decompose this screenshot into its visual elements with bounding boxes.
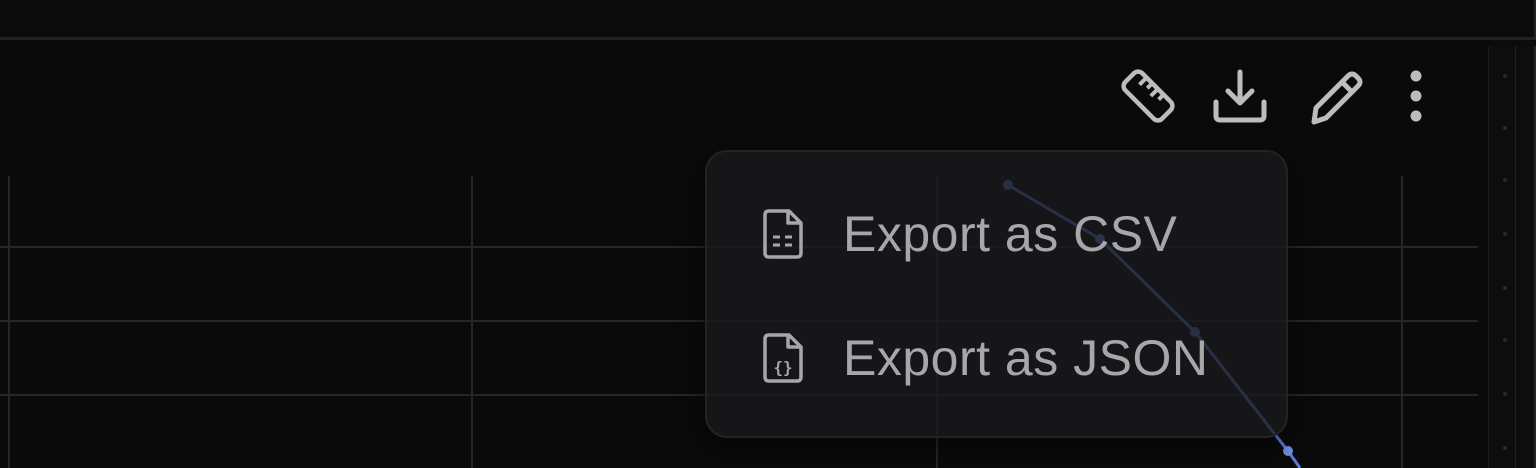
rail-dot	[1503, 392, 1507, 396]
edit-button[interactable]	[1302, 64, 1366, 128]
rail-dot	[1503, 74, 1507, 78]
more-vertical-icon	[1410, 70, 1422, 122]
rail-dot	[1503, 446, 1507, 450]
download-button[interactable]	[1208, 64, 1272, 128]
chart-toolbar	[1112, 64, 1436, 128]
svg-text:{}: {}	[773, 358, 792, 377]
export-json-item[interactable]: {} Export as JSON	[707, 298, 1286, 418]
rail-column	[1515, 46, 1536, 468]
measure-button[interactable]	[1112, 64, 1184, 128]
export-csv-item[interactable]: Export as CSV	[707, 174, 1286, 294]
csv-file-icon	[763, 209, 803, 259]
top-bar	[0, 0, 1536, 40]
rail-dot	[1503, 286, 1507, 290]
ruler-icon	[1121, 69, 1175, 123]
export-json-label: Export as JSON	[843, 330, 1209, 386]
scroll-rail[interactable]	[1488, 46, 1536, 468]
rail-dot	[1503, 232, 1507, 236]
export-menu: Export as CSV {} Export as JSON	[705, 150, 1288, 438]
export-csv-label: Export as CSV	[843, 206, 1178, 262]
rail-dot	[1503, 338, 1507, 342]
more-options-button[interactable]	[1396, 64, 1436, 128]
series-point	[1283, 446, 1293, 456]
rail-dot	[1503, 126, 1507, 130]
rail-dot	[1503, 178, 1507, 182]
pencil-icon	[1311, 71, 1363, 125]
download-icon	[1213, 69, 1267, 123]
json-file-icon: {}	[763, 333, 803, 383]
